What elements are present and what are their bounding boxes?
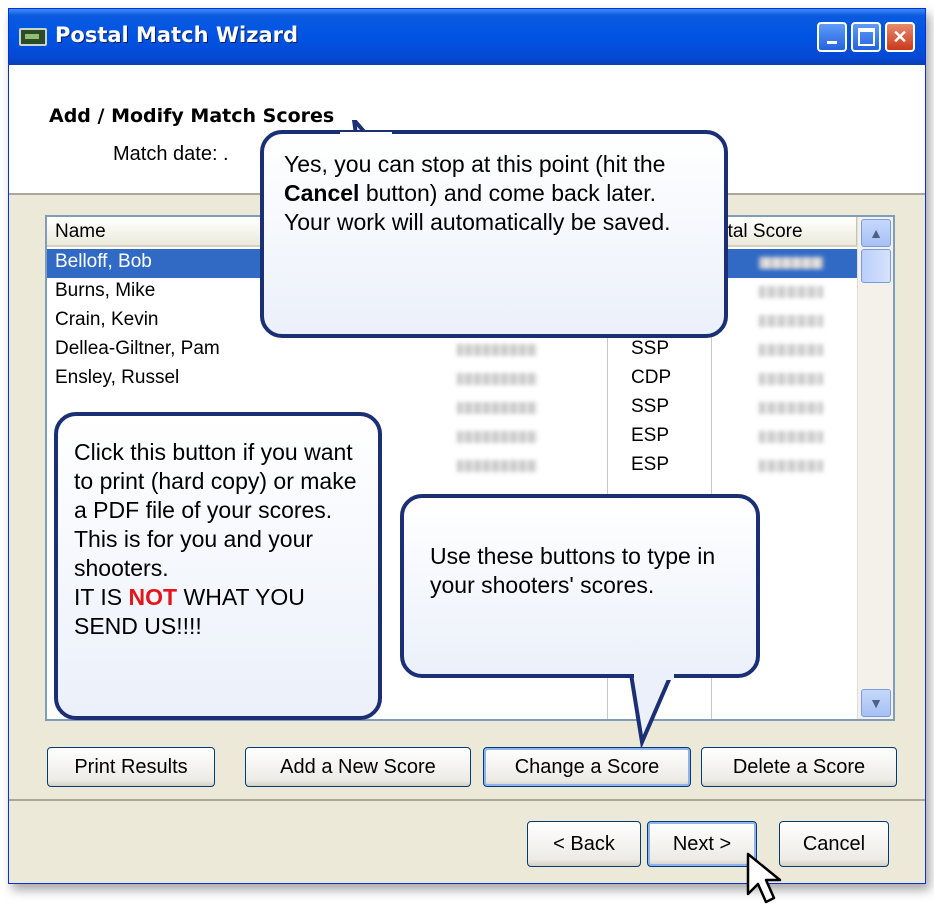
- page-title: Add / Modify Match Scores: [49, 105, 335, 127]
- blurred-total-score: [759, 431, 823, 443]
- blurred-value: [457, 460, 537, 472]
- callout-buttons-text: Use these buttons to type in your shoote…: [430, 543, 716, 598]
- callout-cancel-bold: Cancel: [284, 180, 360, 206]
- callout-print-note: Click this button if you want to print (…: [54, 412, 382, 720]
- callout-cancel-note: Yes, you can stop at this point (hit the…: [260, 130, 728, 338]
- window-title: Postal Match Wizard: [55, 23, 298, 47]
- row-class: SSP: [631, 338, 670, 359]
- footer-divider: [9, 799, 925, 801]
- callout-print-red: NOT: [128, 584, 178, 610]
- mouse-cursor-icon: [746, 852, 782, 904]
- table-row[interactable]: Ensley, Russel CDP: [47, 365, 857, 394]
- add-score-label: Add a New Score: [280, 755, 436, 778]
- delete-score-button[interactable]: Delete a Score: [701, 747, 897, 787]
- callout-print-text: Click this button if you want to print (…: [74, 439, 357, 581]
- blurred-value: [457, 344, 537, 356]
- maximize-icon[interactable]: [851, 22, 881, 52]
- row-name: Dellea-Giltner, Pam: [55, 338, 220, 359]
- minimize-icon[interactable]: [817, 22, 847, 52]
- next-label: Next >: [672, 832, 732, 855]
- app-icon: [19, 28, 47, 46]
- back-button[interactable]: < Back: [527, 821, 641, 867]
- blurred-total-score: [759, 402, 823, 414]
- scroll-thumb[interactable]: [861, 249, 891, 283]
- add-score-button[interactable]: Add a New Score: [245, 747, 471, 787]
- row-class: ESP: [631, 454, 670, 475]
- callout-cancel-text-before: Yes, you can stop at this point (hit the: [284, 151, 666, 177]
- row-name: Burns, Mike: [55, 280, 156, 301]
- cancel-button[interactable]: Cancel: [779, 821, 889, 867]
- blurred-total-score: [759, 257, 823, 269]
- print-results-button[interactable]: Print Results: [47, 747, 215, 787]
- blurred-total-score: [759, 286, 823, 298]
- row-name: Ensley, Russel: [55, 367, 180, 388]
- title-bar[interactable]: Postal Match Wizard ✕: [9, 9, 925, 65]
- blurred-total-score: [759, 373, 823, 385]
- cancel-label: Cancel: [802, 832, 866, 855]
- blurred-total-score: [759, 460, 823, 472]
- close-icon[interactable]: ✕: [885, 22, 915, 52]
- change-score-label: Change a Score: [514, 755, 660, 778]
- row-class: SSP: [631, 396, 670, 417]
- row-class: CDP: [631, 367, 672, 388]
- callout-print-caps-before: IT IS: [74, 584, 123, 610]
- match-date-label: Match date: .: [113, 143, 229, 165]
- change-score-button[interactable]: Change a Score: [483, 747, 691, 787]
- back-label: < Back: [553, 832, 615, 855]
- callout-tail-cover: [634, 670, 674, 680]
- row-name: Belloff, Bob: [55, 251, 152, 272]
- column-header-total-score[interactable]: otal Score: [711, 217, 857, 247]
- row-name: Crain, Kevin: [55, 309, 159, 330]
- blurred-total-score: [759, 344, 823, 356]
- vertical-scrollbar[interactable]: ▲ ▼: [857, 217, 893, 719]
- callout-buttons-note: Use these buttons to type in your shoote…: [400, 494, 760, 678]
- blurred-total-score: [759, 315, 823, 327]
- row-class: ESP: [631, 425, 670, 446]
- table-row[interactable]: Dellea-Giltner, Pam SSP: [47, 336, 857, 365]
- delete-score-label: Delete a Score: [732, 755, 866, 778]
- blurred-value: [457, 402, 537, 414]
- blurred-value: [457, 373, 537, 385]
- scroll-down-icon[interactable]: ▼: [861, 689, 891, 717]
- scroll-up-icon[interactable]: ▲: [861, 219, 891, 247]
- blurred-value: [457, 431, 537, 443]
- callout-tail-cover: [340, 132, 392, 140]
- next-button[interactable]: Next >: [647, 821, 757, 867]
- print-results-label: Print Results: [74, 755, 188, 778]
